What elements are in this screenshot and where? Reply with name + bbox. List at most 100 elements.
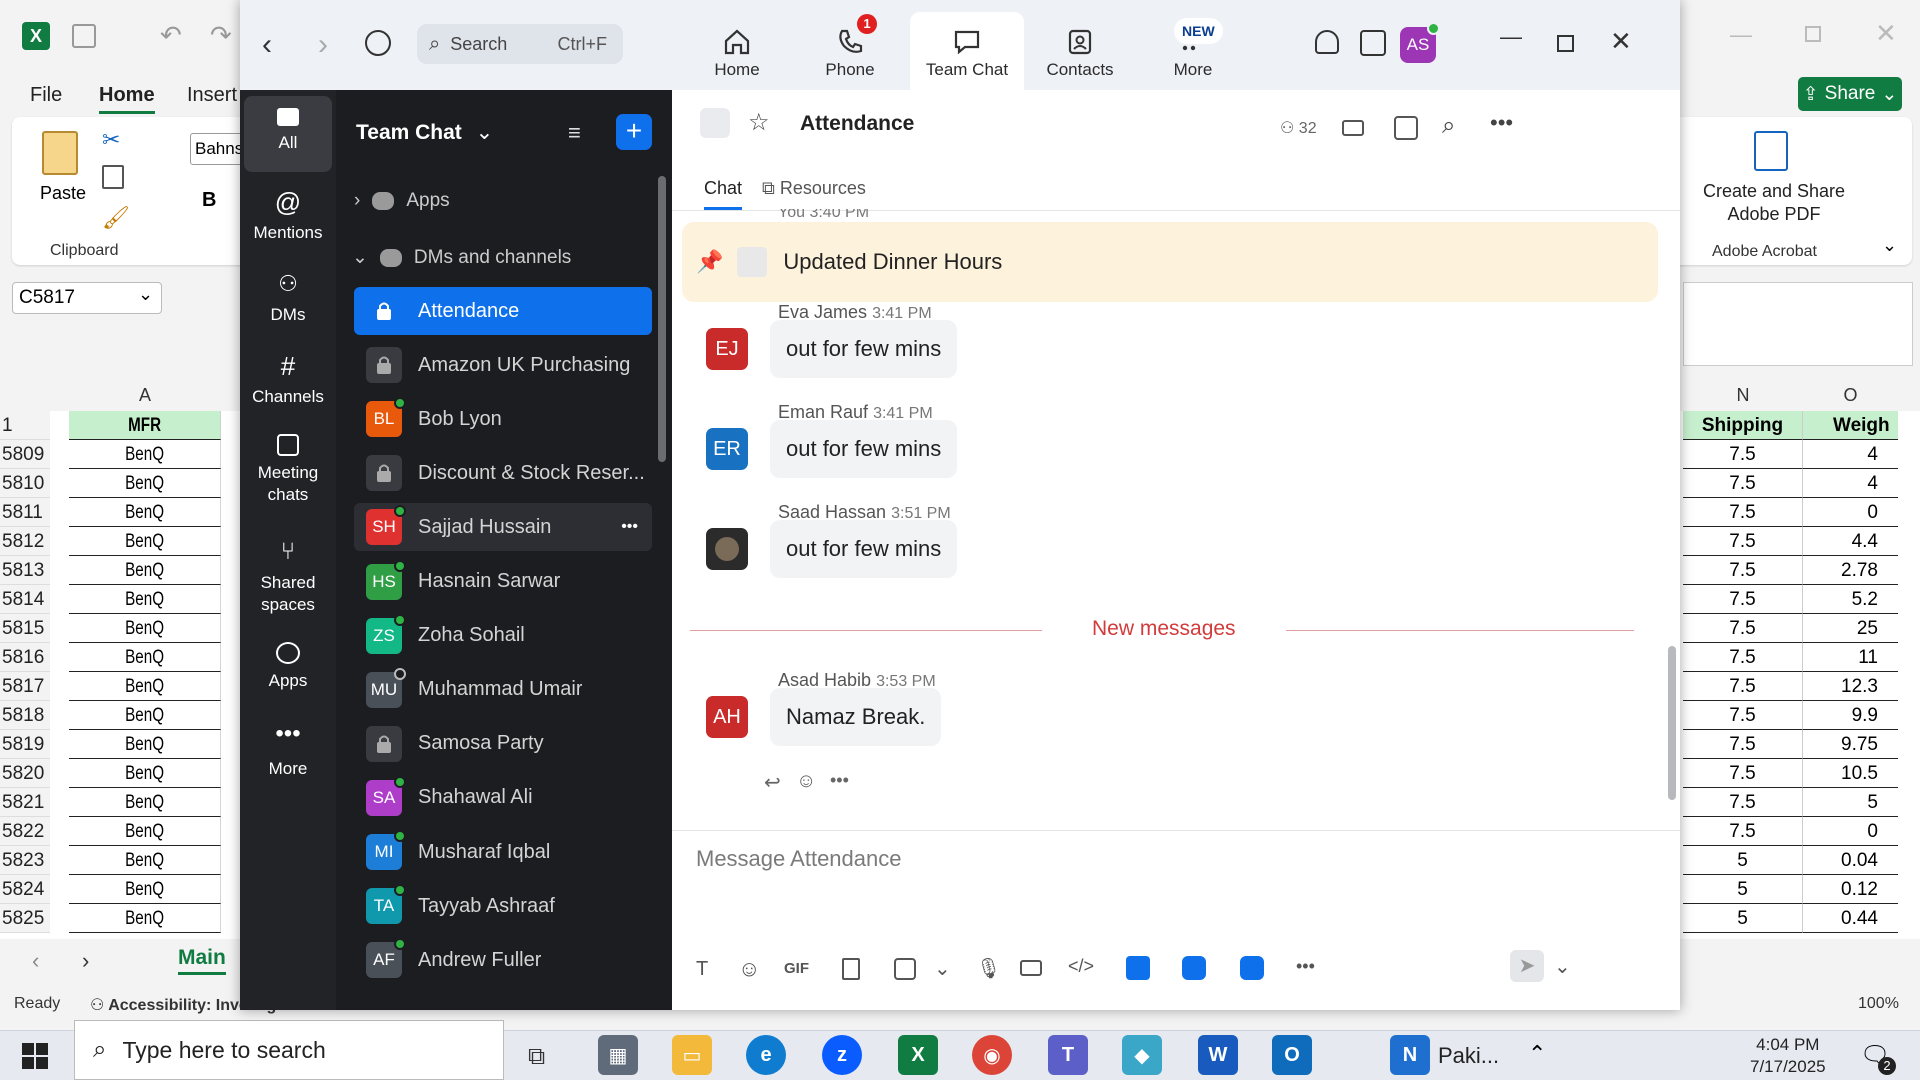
row-number[interactable]: 5809 — [0, 440, 50, 469]
gif-icon[interactable]: GIF — [784, 960, 809, 977]
taskbar-search[interactable]: ⌕ Type here to search — [74, 1020, 504, 1080]
excel-taskbar-icon[interactable]: X — [898, 1035, 938, 1075]
sender-avatar[interactable] — [706, 528, 748, 570]
cell-shipping[interactable]: 7.5 — [1683, 556, 1803, 585]
section-dms-channels[interactable]: ⌄ DMs and channels — [352, 246, 571, 269]
adobe-create-label[interactable]: Create and Share Adobe PDF — [1694, 180, 1854, 226]
rail-shared-spaces[interactable]: ⑂ Shared spaces — [244, 538, 332, 616]
format-painter-icon[interactable]: 🖌 — [102, 205, 130, 231]
row-number[interactable]: 5817 — [0, 672, 50, 701]
channel-item[interactable]: MI Musharaf Iqbal — [354, 828, 652, 876]
cell-mfr[interactable]: BenQ — [69, 904, 221, 933]
cut-icon[interactable]: ✂ — [102, 127, 120, 153]
zoom-taskbar-icon[interactable]: z — [822, 1035, 862, 1075]
text-format-icon[interactable]: T — [696, 958, 708, 981]
channel-list-scrollbar[interactable] — [658, 176, 666, 462]
cell-mfr[interactable]: BenQ — [69, 701, 221, 730]
cell-weight[interactable]: 5 — [1803, 788, 1898, 817]
rail-channels[interactable]: # Channels — [244, 352, 332, 408]
cell-mfr[interactable]: BenQ — [69, 469, 221, 498]
sheet-next-icon[interactable]: › — [82, 948, 89, 974]
copy-icon[interactable] — [102, 165, 124, 189]
rail-more[interactable]: ••• More — [244, 722, 332, 780]
task-view-icon[interactable]: ⧉ — [528, 1043, 545, 1071]
cell-shipping[interactable]: 7.5 — [1683, 585, 1803, 614]
channel-item[interactable]: SH Sajjad Hussain ••• — [354, 503, 652, 552]
window-close-icon[interactable]: ✕ — [1875, 18, 1897, 49]
cell-weight[interactable]: 0 — [1803, 817, 1898, 846]
cell-weight[interactable]: 10.5 — [1803, 759, 1898, 788]
col-header-a[interactable]: A — [50, 385, 240, 406]
cell-mfr[interactable]: BenQ — [69, 759, 221, 788]
rail-apps[interactable]: Apps — [244, 642, 332, 692]
formula-bar[interactable] — [1683, 282, 1913, 366]
notifications-bell-icon[interactable] — [1315, 30, 1339, 54]
channel-item[interactable]: ZS Zoha Sohail — [354, 612, 652, 660]
code-icon[interactable]: </> — [1068, 956, 1094, 977]
message-input[interactable]: Message Attendance — [696, 846, 901, 872]
cell-weight[interactable]: 9.75 — [1803, 730, 1898, 759]
cell-mfr[interactable]: BenQ — [69, 643, 221, 672]
row-number[interactable]: 5812 — [0, 527, 50, 556]
cell-shipping[interactable]: 5 — [1683, 846, 1803, 875]
col-header-o[interactable]: O — [1803, 385, 1898, 406]
cell-shipping[interactable]: 7.5 — [1683, 498, 1803, 527]
channel-item[interactable]: SA Shahawal Ali — [354, 774, 652, 822]
channel-item[interactable]: MU Muhammad Umair — [354, 666, 652, 714]
row-number[interactable]: 5813 — [0, 556, 50, 585]
channel-item[interactable]: Discount & Stock Reser... — [354, 449, 652, 497]
cell-weight[interactable]: 4 — [1803, 440, 1898, 469]
cell-mfr[interactable]: BenQ — [69, 614, 221, 643]
reply-icon[interactable]: ↩ — [764, 770, 781, 795]
row-number[interactable]: 5822 — [0, 817, 50, 846]
sender-name[interactable]: Eva James — [778, 302, 867, 322]
docs-icon[interactable] — [1126, 956, 1150, 980]
rail-mentions[interactable]: @ Mentions — [244, 188, 332, 244]
row-number[interactable]: 5816 — [0, 643, 50, 672]
history-icon[interactable] — [365, 30, 391, 56]
teams-icon[interactable]: T — [1048, 1035, 1088, 1075]
message-bubble[interactable]: Namaz Break. — [770, 688, 942, 746]
cell-shipping[interactable]: 7.5 — [1683, 469, 1803, 498]
close-icon[interactable]: ✕ — [1610, 26, 1632, 57]
channel-item[interactable]: BL Bob Lyon — [354, 395, 652, 443]
cell-shipping-header[interactable]: Shipping — [1683, 411, 1803, 440]
message-bubble[interactable]: out for few mins — [770, 320, 958, 378]
message-more-icon[interactable]: ••• — [830, 770, 849, 791]
cell-mfr[interactable]: BenQ — [69, 875, 221, 904]
emoji-icon[interactable]: ☺ — [738, 956, 760, 982]
cell-mfr[interactable]: BenQ — [69, 585, 221, 614]
tab-chat[interactable]: Chat — [704, 178, 743, 210]
nav-more[interactable]: More NEW — [1136, 12, 1250, 90]
search-icon[interactable]: ⌕ — [1442, 112, 1455, 140]
cell-weight[interactable]: 0.44 — [1803, 904, 1898, 933]
maximize-icon[interactable] — [1557, 35, 1574, 52]
cell-mfr[interactable]: BenQ — [69, 498, 221, 527]
row-number[interactable]: 5811 — [0, 498, 50, 527]
channel-item[interactable]: Amazon UK Purchasing — [354, 341, 652, 389]
redo-icon[interactable]: ↷ — [210, 20, 232, 51]
video-icon[interactable] — [1342, 120, 1364, 136]
chrome-icon[interactable]: ◉ — [972, 1035, 1012, 1075]
cell-weight[interactable]: 0 — [1803, 498, 1898, 527]
sender-avatar[interactable]: EJ — [706, 328, 748, 370]
cell-weight[interactable]: 2.78 — [1803, 556, 1898, 585]
row-number[interactable]: 5819 — [0, 730, 50, 759]
save-icon[interactable] — [72, 24, 96, 48]
bold-button[interactable]: B — [202, 189, 216, 212]
clock[interactable]: 4:04 PM 7/17/2025 — [1750, 1034, 1826, 1078]
nav-team-chat[interactable]: Team Chat — [910, 12, 1024, 90]
row-number[interactable]: 5821 — [0, 788, 50, 817]
cell-shipping[interactable]: 5 — [1683, 875, 1803, 904]
row-number[interactable]: 5814 — [0, 585, 50, 614]
calculator-icon[interactable]: ▦ — [598, 1035, 638, 1075]
name-box-dropdown-icon[interactable]: ⌄ — [138, 284, 153, 305]
send-button[interactable]: ➤ — [1510, 950, 1544, 982]
back-icon[interactable]: ‹ — [262, 28, 272, 62]
chat-scrollbar[interactable] — [1668, 646, 1676, 800]
cell-weight[interactable]: 4 — [1803, 469, 1898, 498]
rail-all[interactable]: All — [244, 108, 332, 154]
weather-label[interactable]: Paki... — [1438, 1043, 1499, 1069]
row-number[interactable]: 5818 — [0, 701, 50, 730]
more-tools-icon[interactable]: ••• — [1296, 956, 1315, 977]
